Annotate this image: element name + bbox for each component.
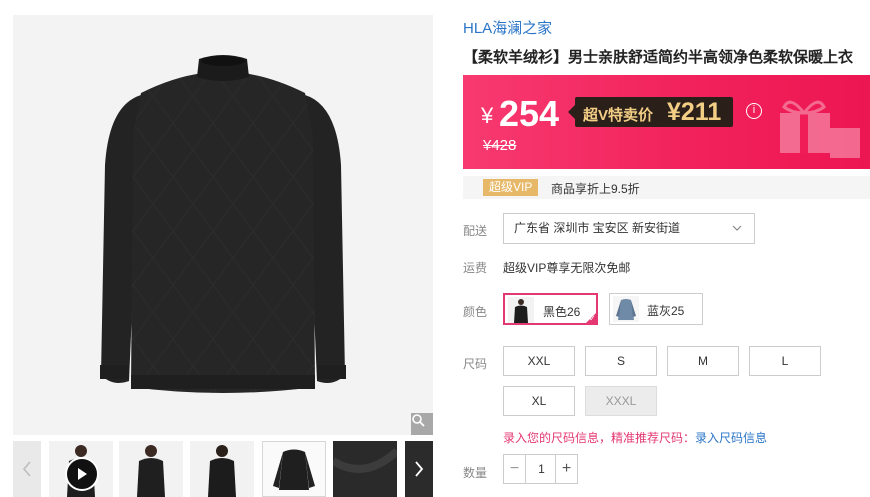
- vip-discount-bar: 超级VIP 商品享折上9.5折: [463, 176, 870, 199]
- gift-decoration: [780, 100, 860, 158]
- chevron-left-icon[interactable]: [13, 441, 41, 497]
- color-option-black[interactable]: 黑色26 ✓: [503, 293, 598, 325]
- currency-symbol: ¥: [481, 103, 494, 128]
- quantity-input[interactable]: 1: [527, 455, 556, 483]
- address-selector[interactable]: 广东省 深圳市 宝安区 新安街道: [503, 213, 755, 244]
- quantity-stepper: − 1 +: [503, 454, 578, 484]
- color-option-bluegray[interactable]: 蓝灰25: [609, 293, 703, 325]
- quantity-plus-button[interactable]: +: [555, 455, 577, 483]
- delivery-label: 配送: [463, 224, 488, 238]
- super-vip-badge: 超级VIP: [483, 179, 539, 196]
- quantity-label: 数量: [463, 466, 488, 480]
- play-icon[interactable]: [65, 457, 99, 491]
- sweater-image: [100, 55, 346, 393]
- vip-price-tag: 超V特卖价 ¥211: [568, 97, 733, 127]
- chevron-down-icon: [732, 225, 742, 231]
- product-title: 【柔软羊绒衫】男士亲肤舒适简约半高领净色柔软保暖上衣: [463, 49, 854, 66]
- size-label: 尺码: [463, 357, 488, 371]
- check-icon: ✓: [584, 311, 598, 325]
- vip-discount-text: 商品享折上9.5折: [551, 182, 640, 196]
- size-option-xxxl: XXXL: [585, 386, 657, 416]
- size-option-s[interactable]: S: [585, 346, 657, 376]
- magnifier-icon[interactable]: [411, 413, 433, 435]
- size-option-m[interactable]: M: [667, 346, 739, 376]
- thumbnail-model-front[interactable]: [119, 441, 183, 497]
- price-panel: ¥ 254 超V特卖价 ¥211 i ¥428: [463, 75, 870, 169]
- thumbnail-flat[interactable]: [262, 441, 326, 497]
- info-icon[interactable]: i: [746, 103, 762, 119]
- size-option-xl[interactable]: XL: [503, 386, 575, 416]
- vip-price-label: 超V特卖价: [583, 107, 654, 124]
- vip-price: ¥211: [667, 98, 722, 126]
- original-price: ¥428: [483, 137, 517, 154]
- color-option-label: 蓝灰25: [647, 304, 685, 318]
- quantity-minus-button[interactable]: −: [504, 455, 526, 483]
- shipping-label: 运费: [463, 261, 488, 275]
- shipping-value: 超级VIP尊享无限次免邮: [503, 261, 631, 275]
- color-label: 颜色: [463, 305, 488, 319]
- main-product-image[interactable]: [13, 15, 433, 435]
- size-hint-text: 录入您的尺码信息，精准推荐尺码：: [503, 431, 696, 445]
- size-option-xxl[interactable]: XXL: [503, 346, 575, 376]
- brand-link[interactable]: HLA海澜之家: [463, 17, 552, 38]
- thumbnail-video[interactable]: [49, 441, 113, 497]
- chevron-right-icon[interactable]: [405, 441, 433, 497]
- current-price: 254: [499, 93, 560, 134]
- thumbnail-model-back[interactable]: [190, 441, 254, 497]
- size-entry-link[interactable]: 录入尺码信息: [695, 431, 767, 445]
- color-option-label: 黑色26: [543, 305, 581, 319]
- thumbnail-strip: [13, 441, 433, 497]
- thumbnail-fabric[interactable]: [333, 441, 397, 497]
- size-recommend-hint: 录入您的尺码信息，精准推荐尺码：录入尺码信息: [503, 429, 767, 446]
- size-option-l[interactable]: L: [749, 346, 821, 376]
- color-swatch-black: [508, 297, 534, 323]
- address-value: 广东省 深圳市 宝安区 新安街道: [514, 221, 681, 235]
- color-swatch-bluegray: [613, 296, 639, 322]
